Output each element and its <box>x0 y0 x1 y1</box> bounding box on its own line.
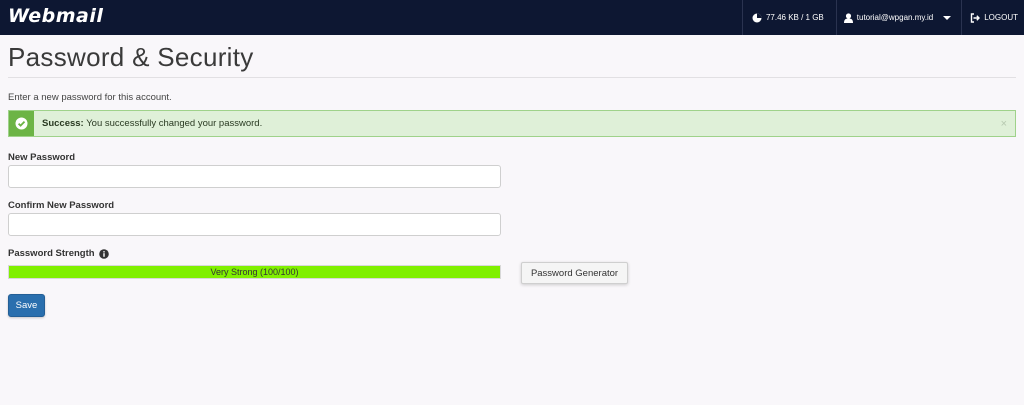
disk-usage[interactable]: 77.46 KB / 1 GB <box>741 0 836 35</box>
password-strength-meter: Very Strong (100/100) <box>8 265 501 279</box>
title-divider <box>8 77 1016 78</box>
confirm-password-label: Confirm New Password <box>8 200 115 211</box>
password-generator-button[interactable]: Password Generator <box>521 262 628 284</box>
chevron-down-icon <box>943 15 952 20</box>
user-menu[interactable]: tutorial@wpgan.my.id <box>835 0 961 35</box>
password-strength-label: Password Strength <box>8 248 95 259</box>
close-icon[interactable]: × <box>1001 118 1007 130</box>
password-strength-heading: Password Strength <box>8 248 109 259</box>
success-alert: Success: You successfully changed your p… <box>8 110 1016 137</box>
logout-icon <box>971 12 981 23</box>
brand-logo[interactable]: Webmail <box>8 5 103 27</box>
alert-body: You successfully changed your password. <box>86 118 263 129</box>
top-navbar: Webmail 77.46 KB / 1 GB tutorial@wpgan.m… <box>0 0 1024 35</box>
alert-message: Success: You successfully changed your p… <box>42 118 262 129</box>
logout-button[interactable]: LOGOUT <box>961 0 1024 35</box>
confirm-password-input[interactable] <box>8 213 501 236</box>
new-password-label: New Password <box>8 152 76 163</box>
user-email: tutorial@wpgan.my.id <box>856 13 934 22</box>
new-password-input[interactable] <box>8 165 501 188</box>
info-icon[interactable] <box>98 248 109 259</box>
top-right-menu: 77.46 KB / 1 GB tutorial@wpgan.my.id LOG… <box>741 0 1024 35</box>
page-title: Password & Security <box>8 42 254 72</box>
disk-usage-text: 77.46 KB / 1 GB <box>765 13 824 22</box>
alert-strong: Success: <box>42 118 84 129</box>
pie-chart-icon <box>752 13 762 22</box>
logout-label: LOGOUT <box>984 13 1018 22</box>
user-icon <box>843 12 853 23</box>
intro-text: Enter a new password for this account. <box>8 92 172 103</box>
password-strength-text: Very Strong (100/100) <box>210 267 299 277</box>
alert-icon-box <box>9 111 34 136</box>
check-circle-icon <box>15 117 28 130</box>
save-button[interactable]: Save <box>8 294 45 317</box>
